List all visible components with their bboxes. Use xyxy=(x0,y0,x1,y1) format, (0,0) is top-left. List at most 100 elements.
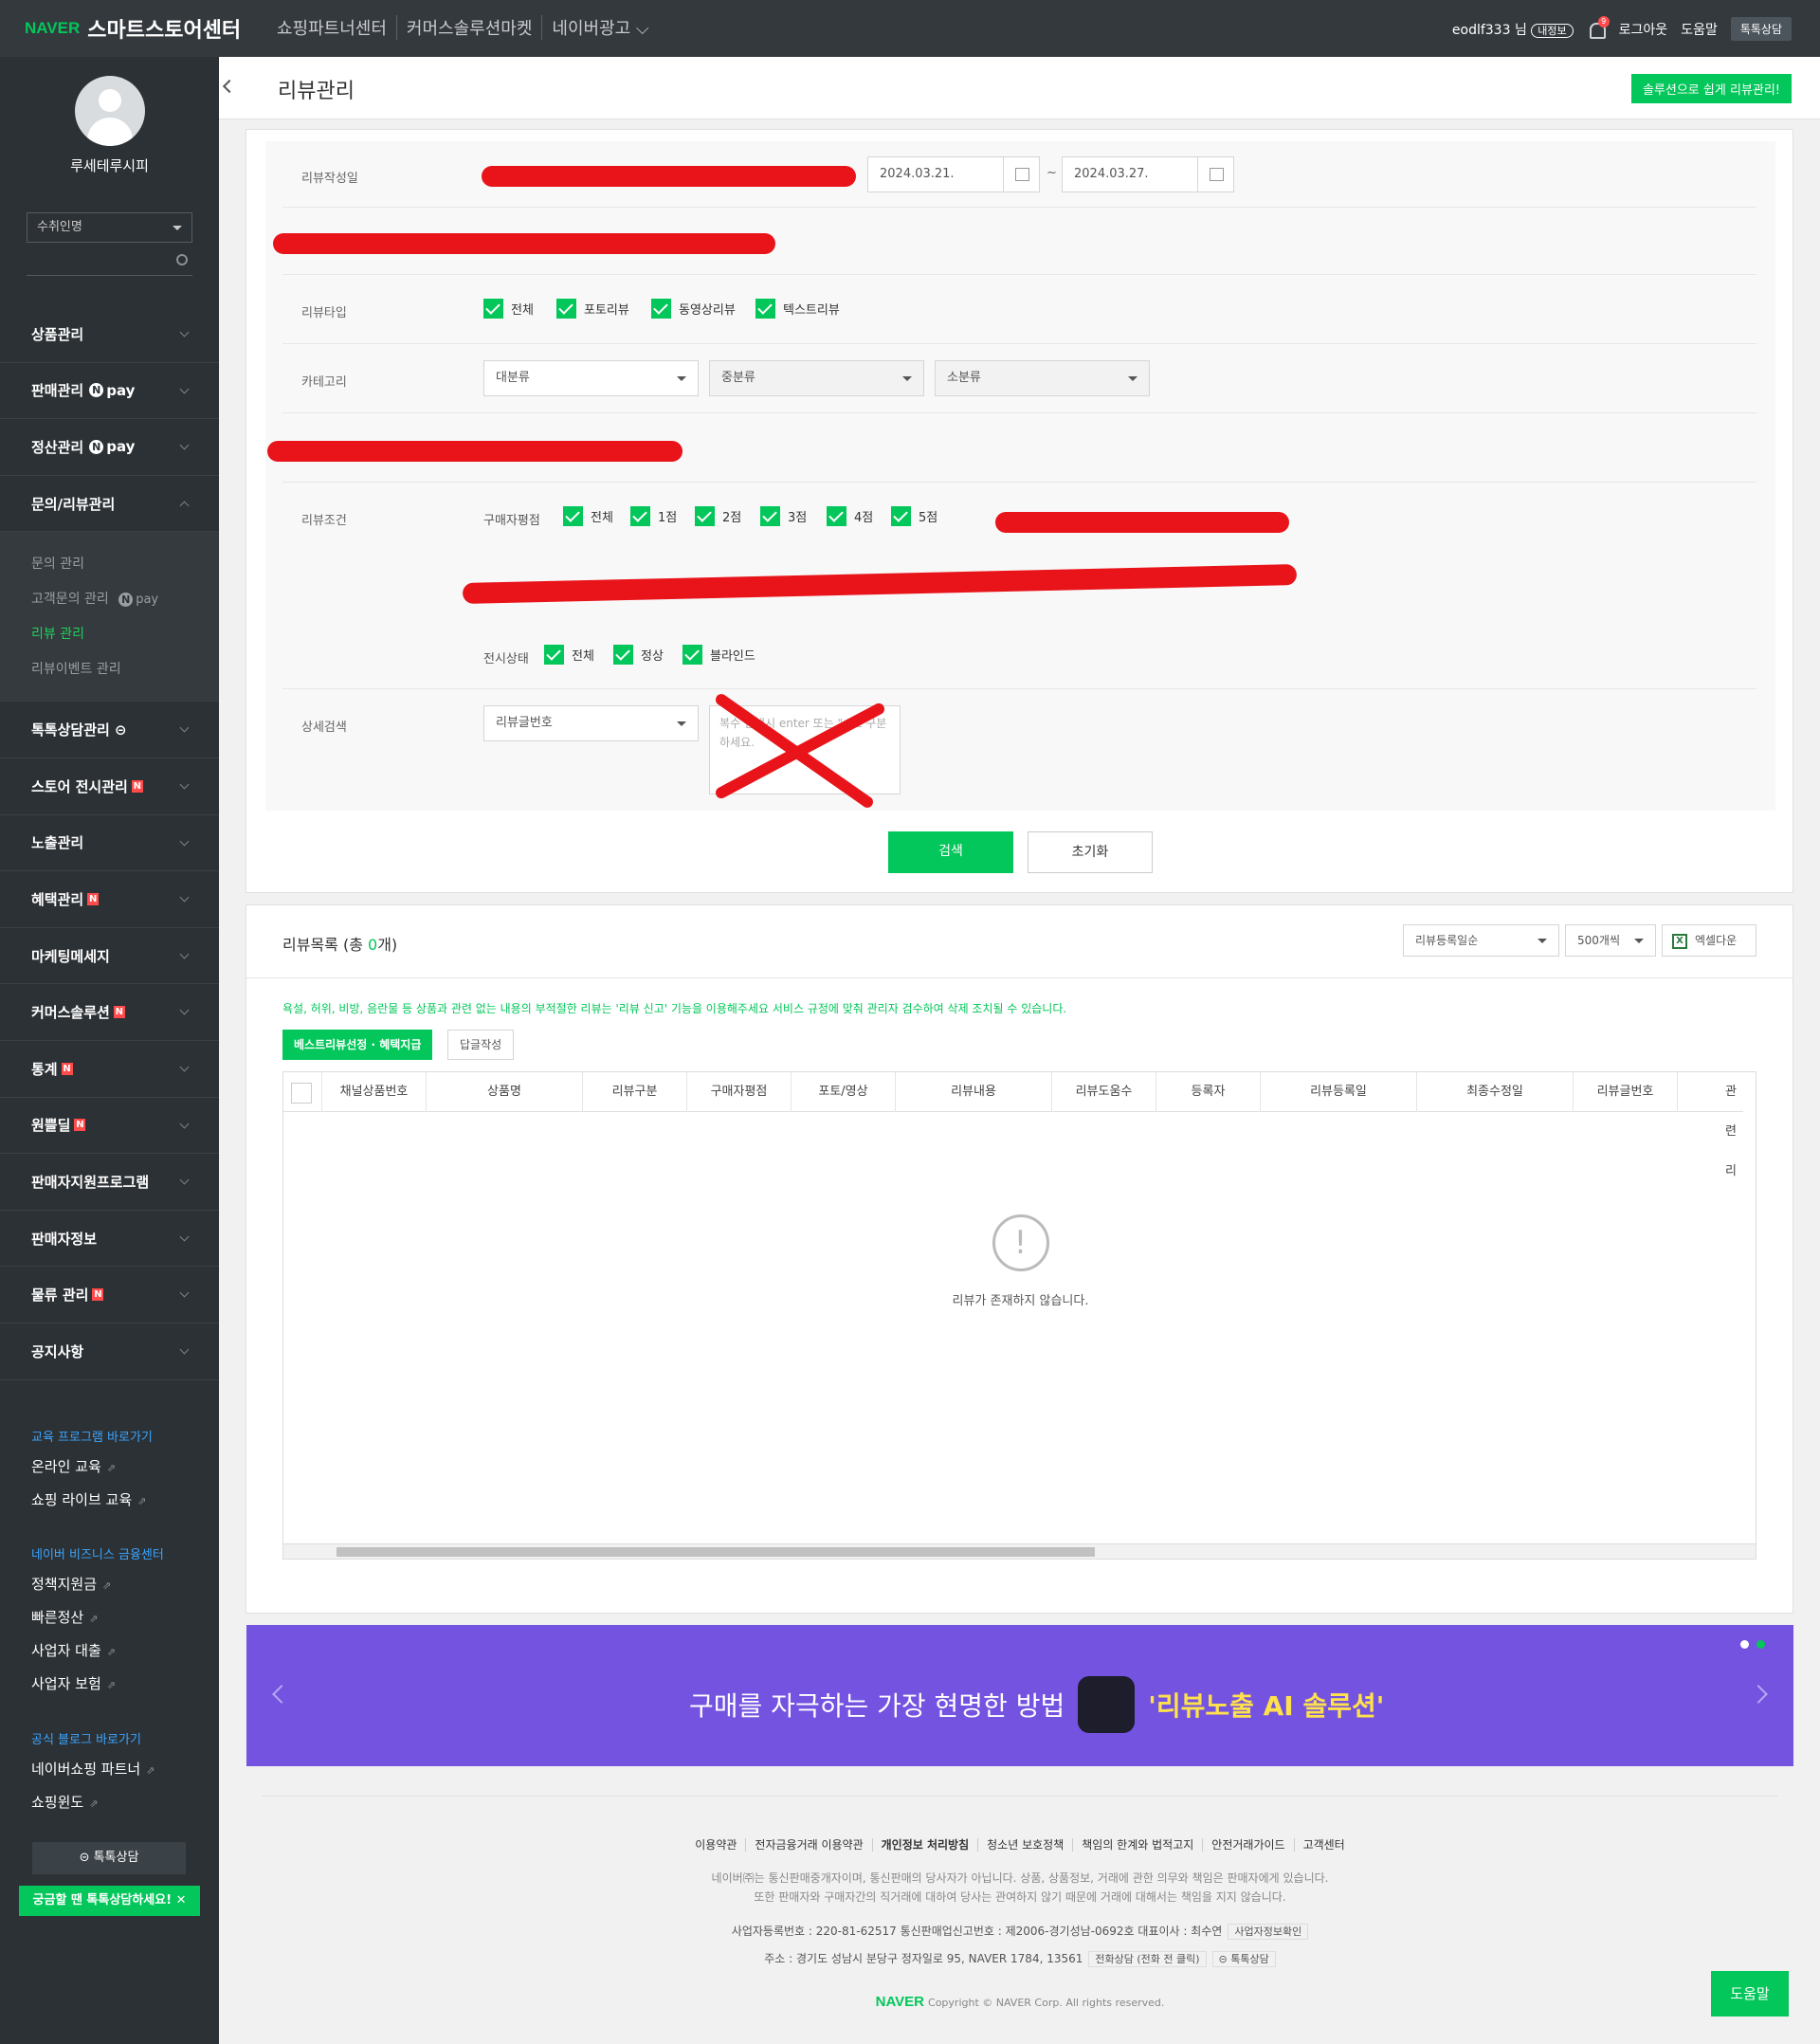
nav-commerce-market[interactable]: 커머스솔루션마켓 xyxy=(395,15,541,40)
sidebar-item-oneplus-deal[interactable]: 원쁠딜 N xyxy=(0,1098,219,1155)
column-header[interactable]: 관련리 xyxy=(1677,1072,1743,1178)
date-to-input[interactable]: 2024.03.27. xyxy=(1062,156,1234,192)
column-header[interactable]: 리뷰도움수 xyxy=(1051,1072,1156,1112)
footer-talk-button[interactable]: ⊝ 톡톡상담 xyxy=(1211,1951,1276,1967)
date-from-input[interactable]: 2024.03.21. xyxy=(867,156,1040,192)
sidebar-item-product[interactable]: 상품관리 xyxy=(0,306,219,363)
column-header[interactable]: 리뷰등록일 xyxy=(1260,1072,1416,1112)
detail-type-select[interactable]: 리뷰글번호 xyxy=(483,705,699,741)
biz-info-button[interactable]: 사업자정보확인 xyxy=(1228,1924,1309,1940)
rating-1-checkbox[interactable]: 1점 xyxy=(630,506,677,526)
type-text-checkbox[interactable]: 텍스트리뷰 xyxy=(755,299,840,319)
sidebar-item-benefit[interactable]: 혜택관리 N xyxy=(0,871,219,928)
sidebar-sub-review[interactable]: 리뷰 관리 xyxy=(31,617,219,652)
reset-button[interactable]: 초기화 xyxy=(1028,831,1153,873)
footer-link[interactable]: 고객센터 xyxy=(1293,1838,1354,1852)
sidebar-item-stats[interactable]: 통계 N xyxy=(0,1041,219,1098)
sidebar-item-sales[interactable]: 판매관리 Npay xyxy=(0,363,219,420)
talk-tip[interactable]: 궁금할 땐 톡톡상담하세요! ✕ xyxy=(19,1886,200,1916)
scrollbar-thumb[interactable] xyxy=(337,1547,1095,1557)
sidebar-item-settlement[interactable]: 정산관리 Npay xyxy=(0,419,219,476)
sidebar-item-exposure[interactable]: 노출관리 xyxy=(0,815,219,872)
help-floating-button[interactable]: 도움말 xyxy=(1711,1971,1789,2017)
search-icon[interactable] xyxy=(176,254,188,265)
link-shopping-partner-blog[interactable]: 네이버쇼핑 파트너 xyxy=(31,1753,155,1786)
sidebar-item-inquiry-review[interactable]: 문의/리뷰관리 xyxy=(0,476,219,533)
footer-link[interactable]: 책임의 한계와 법적고지 xyxy=(1072,1838,1203,1852)
talk-button[interactable]: 톡톡상담 xyxy=(1730,17,1792,41)
link-business-insurance[interactable]: 사업자 보험 xyxy=(31,1668,164,1701)
category-medium-select[interactable]: 중분류 xyxy=(709,360,924,396)
column-header[interactable]: 최종수정일 xyxy=(1416,1072,1573,1112)
sidebar-sub-review-event[interactable]: 리뷰이벤트 관리 xyxy=(31,652,219,687)
column-header[interactable]: 리뷰글번호 xyxy=(1573,1072,1677,1112)
logout-link[interactable]: 로그아웃 xyxy=(1619,20,1668,39)
column-header[interactable]: 포토/영상 xyxy=(791,1072,895,1112)
display-normal-checkbox[interactable]: 정상 xyxy=(613,645,664,665)
solution-button[interactable]: 솔루션으로 쉽게 리뷰관리! xyxy=(1630,74,1792,103)
bell-icon[interactable]: 9 xyxy=(1587,15,1610,39)
type-photo-checkbox[interactable]: 포토리뷰 xyxy=(556,299,629,319)
sidebar-item-commerce-solution[interactable]: 커머스솔루션 N xyxy=(0,984,219,1041)
carousel-dot[interactable] xyxy=(1740,1640,1749,1649)
sidebar-item-seller-info[interactable]: 판매자정보 xyxy=(0,1211,219,1268)
logo[interactable]: NAVER 스마트스토어센터 xyxy=(25,13,241,44)
column-header[interactable]: 리뷰구분 xyxy=(582,1072,686,1112)
link-business-loan[interactable]: 사업자 대출 xyxy=(31,1634,164,1668)
select-all-checkbox[interactable] xyxy=(283,1072,321,1112)
chevron-left-icon[interactable] xyxy=(222,79,237,94)
horizontal-scrollbar[interactable] xyxy=(283,1543,1756,1559)
rating-all-checkbox[interactable]: 전체 xyxy=(563,506,613,526)
category-large-select[interactable]: 대분류 xyxy=(483,360,699,396)
search-button[interactable]: 검색 xyxy=(888,831,1013,873)
rating-3-checkbox[interactable]: 3점 xyxy=(760,506,807,526)
help-link[interactable]: 도움말 xyxy=(1681,20,1718,39)
carousel-dot[interactable] xyxy=(1756,1640,1765,1649)
search-type-select[interactable]: 수취인명 xyxy=(27,212,192,243)
best-review-button[interactable]: 베스트리뷰선정 · 혜택지급 xyxy=(282,1030,433,1060)
nav-shopping-partner[interactable]: 쇼핑파트너센터 xyxy=(267,15,396,40)
sidebar-item-notice[interactable]: 공지사항 xyxy=(0,1323,219,1380)
sidebar-search-input[interactable] xyxy=(27,275,192,276)
column-header[interactable]: 등록자 xyxy=(1156,1072,1260,1112)
nav-naver-ads[interactable]: 네이버광고 ⌵ xyxy=(541,15,658,40)
footer-link[interactable]: 이용약관 xyxy=(686,1838,745,1852)
category-small-select[interactable]: 소분류 xyxy=(935,360,1150,396)
footer-link[interactable]: 안전거래가이드 xyxy=(1202,1838,1294,1852)
footer-link[interactable]: 청소년 보호정책 xyxy=(977,1838,1073,1852)
sidebar-talk-button[interactable]: ⊝ 톡톡상담 xyxy=(32,1842,186,1874)
rating-5-checkbox[interactable]: 5점 xyxy=(891,506,937,526)
sort-select[interactable]: 리뷰등록일순 xyxy=(1403,924,1559,957)
avatar[interactable] xyxy=(74,76,145,146)
rating-4-checkbox[interactable]: 4점 xyxy=(827,506,873,526)
calendar-icon[interactable] xyxy=(1003,157,1039,192)
sidebar-item-store-display[interactable]: 스토어 전시관리 N xyxy=(0,758,219,815)
display-blind-checkbox[interactable]: 블라인드 xyxy=(682,645,755,665)
sidebar-item-marketing[interactable]: 마케팅메세지 xyxy=(0,928,219,985)
chevron-right-icon[interactable] xyxy=(1749,1685,1768,1704)
column-header[interactable]: 채널상품번호 xyxy=(321,1072,426,1112)
link-policy-fund[interactable]: 정책지원금 xyxy=(31,1568,164,1601)
type-all-checkbox[interactable]: 전체 xyxy=(483,299,534,319)
display-all-checkbox[interactable]: 전체 xyxy=(544,645,594,665)
sidebar-item-talk[interactable]: 톡톡상담관리 ⊝ xyxy=(0,702,219,758)
rating-2-checkbox[interactable]: 2점 xyxy=(695,506,741,526)
sidebar-sub-inquiry[interactable]: 문의 관리 xyxy=(31,547,219,582)
per-page-select[interactable]: 500개씩 xyxy=(1565,924,1656,957)
calendar-icon[interactable] xyxy=(1197,157,1233,192)
sidebar-item-logistics[interactable]: 물류 관리 N xyxy=(0,1267,219,1323)
type-video-checkbox[interactable]: 동영상리뷰 xyxy=(651,299,736,319)
link-fast-settle[interactable]: 빠른정산 xyxy=(31,1601,164,1634)
column-header[interactable]: 리뷰내용 xyxy=(895,1072,1051,1112)
column-header[interactable]: 상품명 xyxy=(426,1072,582,1112)
excel-download-button[interactable]: X 엑셀다운 xyxy=(1662,924,1756,957)
my-info-button[interactable]: 내정보 xyxy=(1531,23,1574,38)
promo-banner[interactable]: 구매를 자극하는 가장 현명한 방법 '리뷰노출 AI 솔루션' xyxy=(246,1625,1793,1766)
column-header[interactable]: 구매자평점 xyxy=(686,1072,791,1112)
phone-consult-button[interactable]: 전화상담 (전화 전 클릭) xyxy=(1088,1951,1207,1967)
footer-link[interactable]: 개인정보 처리방침 xyxy=(871,1838,978,1852)
sidebar-item-seller-support[interactable]: 판매자지원프로그램 xyxy=(0,1154,219,1211)
reply-button[interactable]: 답글작성 xyxy=(447,1030,515,1060)
footer-link[interactable]: 전자금융거래 이용약관 xyxy=(745,1838,872,1852)
link-online-edu[interactable]: 온라인 교육 xyxy=(31,1451,153,1484)
